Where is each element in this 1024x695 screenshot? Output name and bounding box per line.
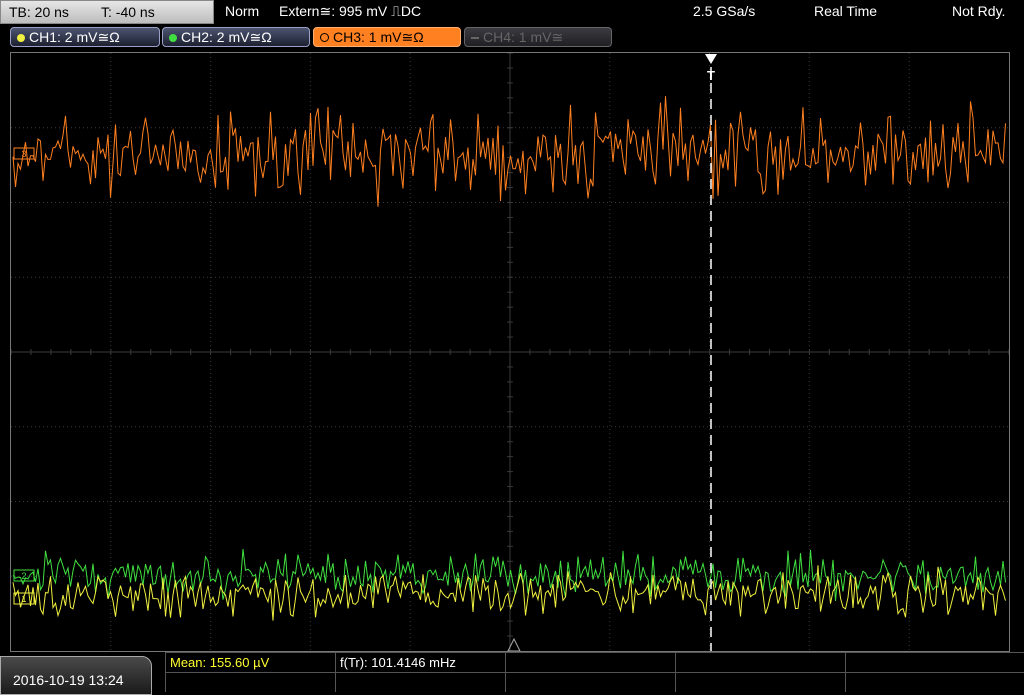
status-bar: TB: 20 ns T: -40 ns Norm Extern≅: 995 mV… [0, 0, 1024, 26]
measurement-cell[interactable] [845, 672, 1024, 692]
acquisition-mode[interactable]: Real Time [814, 3, 877, 19]
measurement-cell[interactable] [505, 672, 675, 692]
channel-tab-ch4[interactable]: CH4: 1 mV≅ [464, 27, 612, 47]
trigger-position-icon[interactable] [705, 54, 717, 64]
channel-tab-ch2[interactable]: CH2: 2 mV≅Ω [162, 27, 310, 47]
measurement-cell[interactable] [675, 652, 845, 672]
ch2-marker-label: 2 [21, 571, 26, 581]
ch1-marker-label: 1 [21, 594, 26, 604]
ch3-dot-icon [320, 33, 329, 42]
ch1-trace [12, 565, 1006, 621]
ch2-offset-marker[interactable]: 2 [13, 569, 35, 582]
measurement-cell[interactable] [335, 672, 505, 692]
graticule [11, 53, 1009, 651]
datetime-box: 2016-10-19 13:24 [0, 656, 152, 695]
trigger-marker: T [707, 68, 715, 83]
waveform-display[interactable]: T 3 2 1 [10, 52, 1010, 652]
measurement-panel[interactable]: Mean: 155.60 µV f(Tr): 101.4146 mHz [165, 652, 1024, 695]
measurement-cell[interactable] [845, 652, 1024, 672]
channel-tabs: CH1: 2 mV≅Ω CH2: 2 mV≅Ω CH3: 1 mV≅Ω CH4:… [0, 26, 1024, 48]
ch3-label: CH3: 1 mV≅Ω [333, 29, 424, 45]
channel-tab-ch1[interactable]: CH1: 2 mV≅Ω [10, 27, 160, 47]
trigger-source[interactable]: Extern≅: 995 mV ⎍DC [279, 3, 421, 20]
measurement-cell[interactable] [675, 672, 845, 692]
sample-rate[interactable]: 2.5 GSa/s [693, 3, 755, 19]
ch4-off-icon [471, 37, 479, 40]
waveform-canvas: T 3 2 1 [11, 53, 1009, 651]
timebase-box[interactable]: TB: 20 ns T: -40 ns [0, 0, 214, 24]
measurement-cell[interactable] [165, 672, 335, 692]
ch2-label: CH2: 2 mV≅Ω [181, 29, 272, 45]
trigger-time-label: T: -40 ns [101, 4, 155, 20]
run-status: Not Rdy. [952, 3, 1006, 19]
ch1-dot-icon [17, 34, 25, 42]
trigger-frequency: f(Tr): 101.4146 mHz [340, 655, 456, 670]
measurement-cell[interactable] [505, 652, 675, 672]
datetime: 2016-10-19 13:24 [13, 672, 124, 688]
trigger-mode[interactable]: Norm [225, 3, 259, 19]
ch3-marker-label: 3 [21, 149, 26, 159]
ch1-label: CH1: 2 mV≅Ω [29, 29, 120, 45]
acquisition-status: Norm Extern≅: 995 mV ⎍DC 2.5 GSa/s Real … [217, 0, 1024, 24]
ch2-dot-icon [169, 34, 177, 42]
channel-tab-ch3[interactable]: CH3: 1 mV≅Ω [313, 27, 461, 47]
ch4-label: CH4: 1 mV≅ [483, 29, 564, 45]
ch3-offset-marker[interactable]: 3 [13, 147, 35, 160]
mean-measurement: Mean: 155.60 µV [170, 655, 270, 670]
timebase-label: TB: 20 ns [9, 4, 69, 20]
